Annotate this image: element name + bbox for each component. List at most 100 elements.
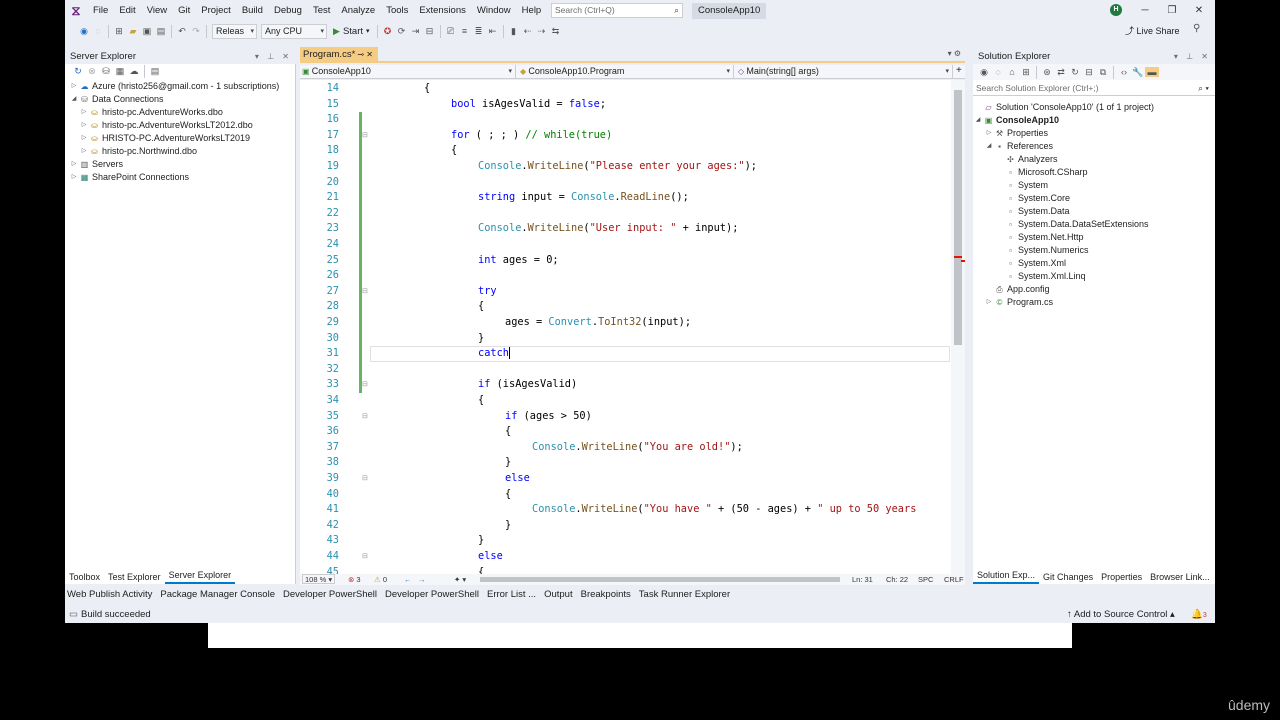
properties-icon[interactable]: ▤ [148, 66, 162, 77]
uncomment-icon[interactable]: ≣ [472, 26, 486, 37]
connect-azure-icon[interactable]: ☁ [127, 66, 141, 77]
code-line[interactable]: 44 ⊟ else [300, 549, 950, 565]
camera-icon[interactable]: ⎚ [444, 26, 458, 37]
live-share-button[interactable]: ⤴ Live Share [1125, 24, 1180, 37]
code-line[interactable]: 39 ⊟ else [300, 471, 950, 487]
class-dropdown[interactable]: ◆ ConsoleApp10.Program ▾ [518, 65, 734, 78]
expand-arrow-icon[interactable]: ▷ [69, 158, 79, 171]
bookmark-next-icon[interactable]: ⇢ [535, 26, 549, 37]
error-marker[interactable] [954, 256, 962, 258]
hot-reload-icon[interactable]: ✪ [381, 26, 395, 37]
tree-item[interactable]: ▷ ⛀ hristo-pc.Northwind.dbo [65, 145, 296, 158]
restore-button[interactable]: ❐ [1162, 3, 1182, 18]
tree-item[interactable]: ▫ System.Data [973, 205, 1215, 218]
fold-toggle-icon[interactable]: ⊟ [362, 377, 368, 393]
code-line[interactable]: 45 { [300, 565, 950, 574]
tree-item[interactable]: ▫ System.Xml.Linq [973, 270, 1215, 283]
bottom-tab[interactable]: Breakpoints [579, 588, 635, 602]
back-icon[interactable]: ◉ [977, 67, 991, 78]
refresh-icon[interactable]: ↻ [1068, 67, 1082, 78]
avatar[interactable]: H [1110, 4, 1122, 16]
code-line[interactable]: 40 { [300, 487, 950, 503]
expand-arrow-icon[interactable]: ▷ [69, 171, 79, 184]
tree-item[interactable]: ▫ System.Data.DataSetExtensions [973, 218, 1215, 231]
menu-file[interactable]: File [87, 0, 113, 21]
bottom-tab[interactable]: Task Runner Explorer [637, 588, 734, 602]
collapse-all-icon[interactable]: ⊟ [1082, 67, 1096, 78]
expand-arrow-icon[interactable]: ◢ [984, 140, 994, 153]
feedback-icon[interactable]: ⚲ [1193, 23, 1200, 34]
toggle-breakpoint-icon[interactable]: ⊟ [423, 26, 437, 37]
save-icon[interactable]: ▣ [140, 26, 154, 37]
stop-icon[interactable]: ⊗ [85, 66, 99, 77]
expand-arrow-icon[interactable]: ◢ [973, 114, 983, 127]
panel-buttons[interactable]: ▾ ⊥ ✕ [1174, 49, 1211, 64]
new-project-icon[interactable]: ⊞ [112, 26, 126, 37]
panel-tab[interactable]: Test Explorer [104, 571, 165, 584]
tree-item[interactable]: ▷ ⛀ hristo-pc.AdventureWorks.dbo [65, 106, 296, 119]
properties-icon[interactable]: 🔧 [1131, 67, 1145, 78]
bottom-tab[interactable]: Developer PowerShell [383, 588, 483, 602]
code-line[interactable]: 27 ⊟ try [300, 283, 950, 300]
panel-tab[interactable]: Server Explorer [164, 569, 236, 584]
forward-icon[interactable]: ◌ [991, 67, 1005, 77]
add-to-source-control-button[interactable]: ↑ Add to Source Control ▴ [1067, 607, 1175, 623]
redo-icon[interactable]: ↷ [189, 26, 203, 37]
editor-vertical-scrollbar[interactable] [951, 80, 965, 574]
fold-toggle-icon[interactable]: ⊟ [362, 128, 368, 144]
step-icon[interactable]: ⇥ [409, 26, 423, 37]
tree-item[interactable]: ▷ ⚒ Properties [973, 127, 1215, 140]
tree-item[interactable]: ◢ ⛁ Data Connections [65, 93, 296, 106]
tree-item[interactable]: ▱ Solution 'ConsoleApp10' (1 of 1 project… [973, 101, 1215, 114]
code-line[interactable]: 25 int ages = 0; [300, 252, 950, 269]
bottom-tab[interactable]: Developer PowerShell [281, 588, 381, 602]
bookmark-prev-icon[interactable]: ⇠ [521, 26, 535, 37]
code-line[interactable]: 32 [300, 361, 950, 378]
menu-analyze[interactable]: Analyze [335, 0, 380, 21]
code-icon[interactable]: ‹› [1117, 67, 1131, 77]
connect-server-icon[interactable]: ▦ [113, 66, 127, 77]
tree-item[interactable]: ▷ ☁ Azure (hristo256@gmail.com - 1 subscri… [65, 80, 296, 93]
bottom-tab[interactable]: Output [542, 588, 577, 602]
code-line[interactable]: 28 { [300, 299, 950, 315]
code-line[interactable]: 42} [300, 518, 950, 534]
browser-link-icon[interactable]: ⟳ [395, 26, 409, 37]
tree-item[interactable]: ▷ ▦ SharePoint Connections [65, 171, 296, 184]
panel-tab[interactable]: Solution Exp... [973, 569, 1040, 584]
sync-icon[interactable]: ⇄ [1054, 67, 1068, 78]
solution-search-input[interactable]: Search Solution Explorer (Ctrl+;) ⌕ ▾ [973, 81, 1215, 96]
tree-item[interactable]: ◢ ▣ ConsoleApp10 [973, 114, 1215, 127]
search-input[interactable]: Search (Ctrl+Q) ⌕ [551, 3, 683, 18]
next-issue-icon[interactable]: → [418, 574, 426, 585]
code-line[interactable]: 34 { [300, 393, 950, 409]
menu-project[interactable]: Project [195, 0, 236, 21]
menu-edit[interactable]: Edit [113, 0, 140, 21]
line-endings[interactable]: CRLF [944, 574, 964, 585]
connect-database-icon[interactable]: ⛁ [99, 66, 113, 77]
switch-views-icon[interactable]: ⊞ [1019, 67, 1033, 78]
tree-item[interactable]: ▷ ⛀ HRISTO-PC.AdventureWorksLT2019 [65, 132, 296, 145]
expand-arrow-icon[interactable]: ▷ [69, 80, 79, 93]
expand-arrow-icon[interactable]: ▷ [79, 132, 89, 145]
show-all-files-icon[interactable]: ⧉ [1096, 67, 1110, 78]
tab-overflow-icon[interactable]: ▾ ⚙ [948, 49, 961, 58]
warnings-indicator[interactable]: ⚠ 0 [374, 574, 387, 585]
code-line[interactable]: 31 catch [300, 346, 950, 362]
tree-item[interactable]: ▫ System.Numerics [973, 244, 1215, 257]
code-line[interactable]: 35 ⊟ if (ages > 50) [300, 409, 950, 425]
fold-toggle-icon[interactable]: ⊟ [362, 471, 368, 487]
zoom-select[interactable]: 108 % ▾ [302, 574, 336, 584]
code-text-area[interactable]: 14 {15 bool isAgesValid = false; 16 17 ⊟ for (… [300, 80, 965, 574]
panel-tab[interactable]: Properties [1097, 571, 1146, 584]
bottom-tab[interactable]: Package Manager Console [158, 588, 279, 602]
tree-item[interactable]: ▫ Microsoft.CSharp [973, 166, 1215, 179]
menu-view[interactable]: View [141, 0, 172, 21]
code-line[interactable]: 23 Console.WriteLine("User input: " + inp… [300, 221, 950, 237]
refresh-icon[interactable]: ↻ [71, 66, 85, 77]
undo-icon[interactable]: ↶ [175, 26, 189, 37]
menu-window[interactable]: Window [471, 0, 516, 21]
solution-configuration-select[interactable]: Releas [212, 23, 258, 39]
code-line[interactable]: 29 ages = Convert.ToInt32(input); [300, 315, 950, 331]
expand-arrow-icon[interactable]: ▷ [984, 296, 994, 309]
code-line[interactable]: 24 [300, 237, 950, 253]
